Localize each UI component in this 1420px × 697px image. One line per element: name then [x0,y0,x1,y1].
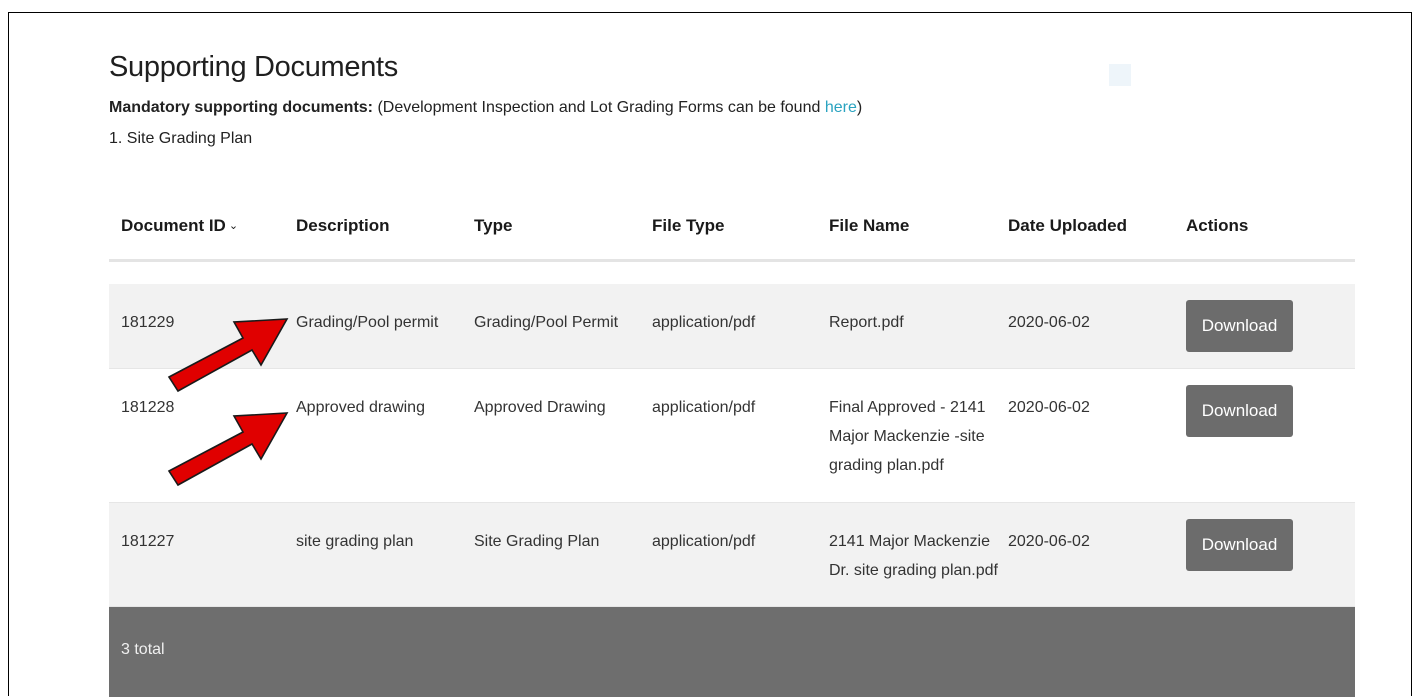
file-name-line: Final Approved - 2141 [829,399,986,416]
table-row: 181227 site grading plan Site Grading Pl… [109,503,1355,607]
chevron-down-icon[interactable]: ⌄ [229,220,238,232]
faded-square-icon [1109,64,1131,86]
file-name-line: Report.pdf [829,314,904,331]
cell-description: Approved drawing [296,399,425,416]
cell-file-type: application/pdf [652,533,756,550]
cell-date-uploaded: 2020-06-02 [1008,314,1090,331]
page-title: Supporting Documents [109,51,398,83]
mandatory-text: (Development Inspection and Lot Grading … [373,99,825,116]
cell-description: site grading plan [296,533,414,550]
forms-here-link[interactable]: here [825,99,857,116]
cell-date-uploaded: 2020-06-02 [1008,399,1090,416]
table-row: 181228 Approved drawing Approved Drawing… [109,369,1355,503]
mandatory-label: Mandatory supporting documents: [109,99,373,116]
column-header-file-type: File Type [652,216,725,235]
table-header: Document ID ⌄ Description Type File Type … [109,198,1355,262]
download-button[interactable]: Download [1186,300,1293,352]
required-document-item: 1. Site Grading Plan [109,130,253,147]
mandatory-text-end: ) [856,99,863,116]
red-arrow-icon [167,318,289,393]
cell-document-id: 181227 [121,533,175,550]
cell-file-type: application/pdf [652,314,756,331]
cell-date-uploaded: 2020-06-02 [1008,533,1090,550]
faded-widget [1109,61,1259,89]
red-arrow-icon [167,412,289,487]
cell-file-name: Report.pdf [829,308,904,337]
file-name-line: Dr. site grading plan.pdf [829,562,998,579]
download-button[interactable]: Download [1186,385,1293,437]
cell-file-type: application/pdf [652,399,756,416]
column-header-actions: Actions [1186,216,1249,235]
cell-type: Site Grading Plan [474,533,600,550]
column-header-type: Type [474,216,513,235]
cell-file-name: Final Approved - 2141 Major Mackenzie -s… [829,393,986,480]
table-row: 181229 Grading/Pool permit Grading/Pool … [109,284,1355,369]
column-header-document-id[interactable]: Document ID ⌄ [121,216,238,236]
file-name-line: Major Mackenzie -site [829,428,985,445]
table-spacer [109,262,1355,284]
column-header-description: Description [296,216,390,235]
file-name-line: grading plan.pdf [829,457,944,474]
download-button[interactable]: Download [1186,519,1293,571]
document-frame: Supporting Documents Mandatory supportin… [8,12,1412,697]
total-count: 3 total [121,641,165,658]
cell-description: Grading/Pool permit [296,314,439,331]
cell-file-name: 2141 Major Mackenzie Dr. site grading pl… [829,527,998,585]
column-header-date-uploaded: Date Uploaded [1008,216,1128,235]
file-name-line: 2141 Major Mackenzie [829,533,990,550]
column-header-file-name: File Name [829,216,910,235]
table-footer: 3 total [109,607,1355,697]
cell-type: Approved Drawing [474,399,606,416]
cell-type: Grading/Pool Permit [474,314,619,331]
mandatory-documents-note: Mandatory supporting documents: (Develop… [109,99,862,117]
